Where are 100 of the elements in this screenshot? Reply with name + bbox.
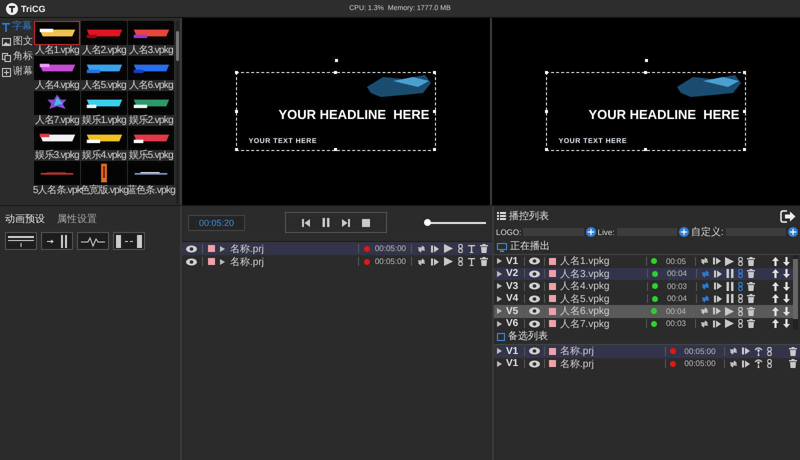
stop-icon[interactable]: [362, 218, 370, 226]
loop-icon[interactable]: [701, 294, 710, 303]
template-thumbnail[interactable]: [34, 91, 80, 115]
template-thumbnail[interactable]: [81, 56, 127, 80]
resize-handle[interactable]: [544, 71, 548, 74]
step-icon[interactable]: [431, 244, 439, 252]
eye-icon[interactable]: [529, 294, 540, 303]
playlist-row[interactable]: V6 人名7.vpkg 00:03: [494, 318, 793, 330]
add-button[interactable]: [678, 227, 689, 237]
link-icon[interactable]: [458, 257, 463, 266]
eye-icon[interactable]: [529, 282, 540, 290]
trash-icon[interactable]: [480, 244, 488, 253]
playlist-row[interactable]: V4 人名5.vpkg 00:04: [494, 292, 793, 305]
plus-box-icon[interactable]: [2, 68, 11, 76]
template-thumbnail[interactable]: [81, 161, 127, 185]
template-thumbnail[interactable]: [81, 21, 127, 45]
resize-handle[interactable]: [234, 110, 238, 112]
template-thumbnail[interactable]: [34, 126, 80, 150]
pause-icon[interactable]: [322, 218, 330, 227]
panel-tab[interactable]: 动画预设: [5, 212, 45, 226]
panel-tab[interactable]: 属性设置: [57, 212, 97, 226]
step-icon[interactable]: [714, 282, 722, 290]
rotate-handle[interactable]: [334, 59, 338, 62]
antenna-icon[interactable]: [754, 359, 763, 368]
skip-forward-icon[interactable]: [342, 218, 350, 226]
loop-icon[interactable]: [729, 360, 738, 368]
resize-handle[interactable]: [743, 71, 746, 74]
playlist-row[interactable]: V2 人名3.vpkg 00:04: [494, 268, 793, 280]
category-tab[interactable]: 字幕: [2, 21, 34, 33]
template-thumbnail[interactable]: [34, 161, 80, 185]
eye-icon[interactable]: [186, 244, 197, 252]
loop-icon[interactable]: [700, 320, 709, 328]
link-icon[interactable]: [458, 244, 463, 253]
link-icon[interactable]: [767, 346, 772, 356]
add-button[interactable]: [788, 227, 798, 237]
timeline-row[interactable]: 名称.prj 00:05:00: [182, 242, 492, 255]
loop-icon[interactable]: [417, 258, 426, 266]
trash-icon[interactable]: [747, 306, 755, 316]
step-icon[interactable]: [742, 347, 750, 356]
eye-icon[interactable]: [529, 257, 540, 266]
checkbox[interactable]: [497, 333, 505, 341]
exit-icon[interactable]: [780, 210, 796, 222]
link-icon[interactable]: [738, 256, 743, 266]
text-field[interactable]: [726, 228, 786, 236]
resize-handle[interactable]: [544, 110, 548, 112]
step-icon[interactable]: [431, 258, 439, 266]
resize-handle[interactable]: [743, 110, 746, 112]
eye-icon[interactable]: [529, 347, 540, 356]
loop-icon[interactable]: [700, 307, 709, 316]
step-icon[interactable]: [742, 360, 750, 368]
template-thumbnail[interactable]: [128, 126, 174, 150]
text-tool-icon[interactable]: [468, 258, 475, 266]
copy-icon[interactable]: [2, 52, 11, 62]
template-thumbnail[interactable]: [81, 91, 127, 115]
loop-icon[interactable]: [417, 244, 426, 252]
resize-handle[interactable]: [334, 71, 337, 74]
step-icon[interactable]: [713, 307, 721, 316]
link-icon[interactable]: [767, 359, 772, 368]
template-thumbnail[interactable]: [128, 91, 174, 115]
trash-icon[interactable]: [747, 294, 755, 304]
resize-handle[interactable]: [433, 71, 436, 74]
eye-icon[interactable]: [529, 360, 540, 368]
resize-handle[interactable]: [644, 71, 647, 74]
link-icon[interactable]: [738, 306, 743, 316]
animation-preset-button[interactable]: [41, 232, 73, 250]
antenna-icon[interactable]: [754, 346, 763, 356]
playlist-row[interactable]: V3 人名4.vpkg 00:03: [494, 280, 793, 292]
resize-handle[interactable]: [433, 110, 436, 112]
add-button[interactable]: [586, 227, 596, 237]
skip-back-icon[interactable]: [302, 218, 310, 226]
text-icon[interactable]: [2, 22, 10, 32]
playlist-row[interactable]: V1 名称.prj 00:05:00: [494, 358, 800, 370]
trash-icon[interactable]: [747, 269, 755, 278]
template-thumbnail[interactable]: [128, 21, 174, 45]
loop-icon[interactable]: [729, 347, 738, 356]
timeline-row[interactable]: 名称.prj 00:05:00: [182, 255, 492, 268]
animation-preset-button[interactable]: [77, 232, 109, 250]
rotate-handle[interactable]: [644, 59, 648, 62]
category-tab[interactable]: 谢幕: [2, 66, 34, 78]
resize-handle[interactable]: [743, 148, 746, 151]
template-thumbnail[interactable]: [34, 56, 80, 80]
pause-icon[interactable]: [726, 282, 734, 291]
template-thumbnail[interactable]: [34, 21, 80, 45]
eye-icon[interactable]: [529, 307, 540, 316]
trash-icon[interactable]: [747, 256, 755, 266]
animation-preset-button[interactable]: [5, 232, 37, 250]
template-thumbnail[interactable]: [128, 56, 174, 80]
eye-icon[interactable]: [529, 320, 540, 328]
loop-icon[interactable]: [701, 282, 710, 290]
play-icon[interactable]: [725, 319, 734, 328]
scrollbar[interactable]: [793, 255, 798, 330]
play-icon[interactable]: [725, 306, 734, 316]
resize-handle[interactable]: [644, 148, 647, 151]
eye-icon[interactable]: [529, 270, 540, 278]
image-icon[interactable]: [2, 38, 11, 46]
trash-icon[interactable]: [747, 282, 755, 291]
volume-slider[interactable]: [427, 219, 486, 226]
playlist-row[interactable]: V1 名称.prj 00:05:00: [494, 345, 800, 358]
playlist-row[interactable]: V1 人名1.vpkg 00:05: [494, 255, 793, 268]
resize-handle[interactable]: [334, 148, 337, 151]
